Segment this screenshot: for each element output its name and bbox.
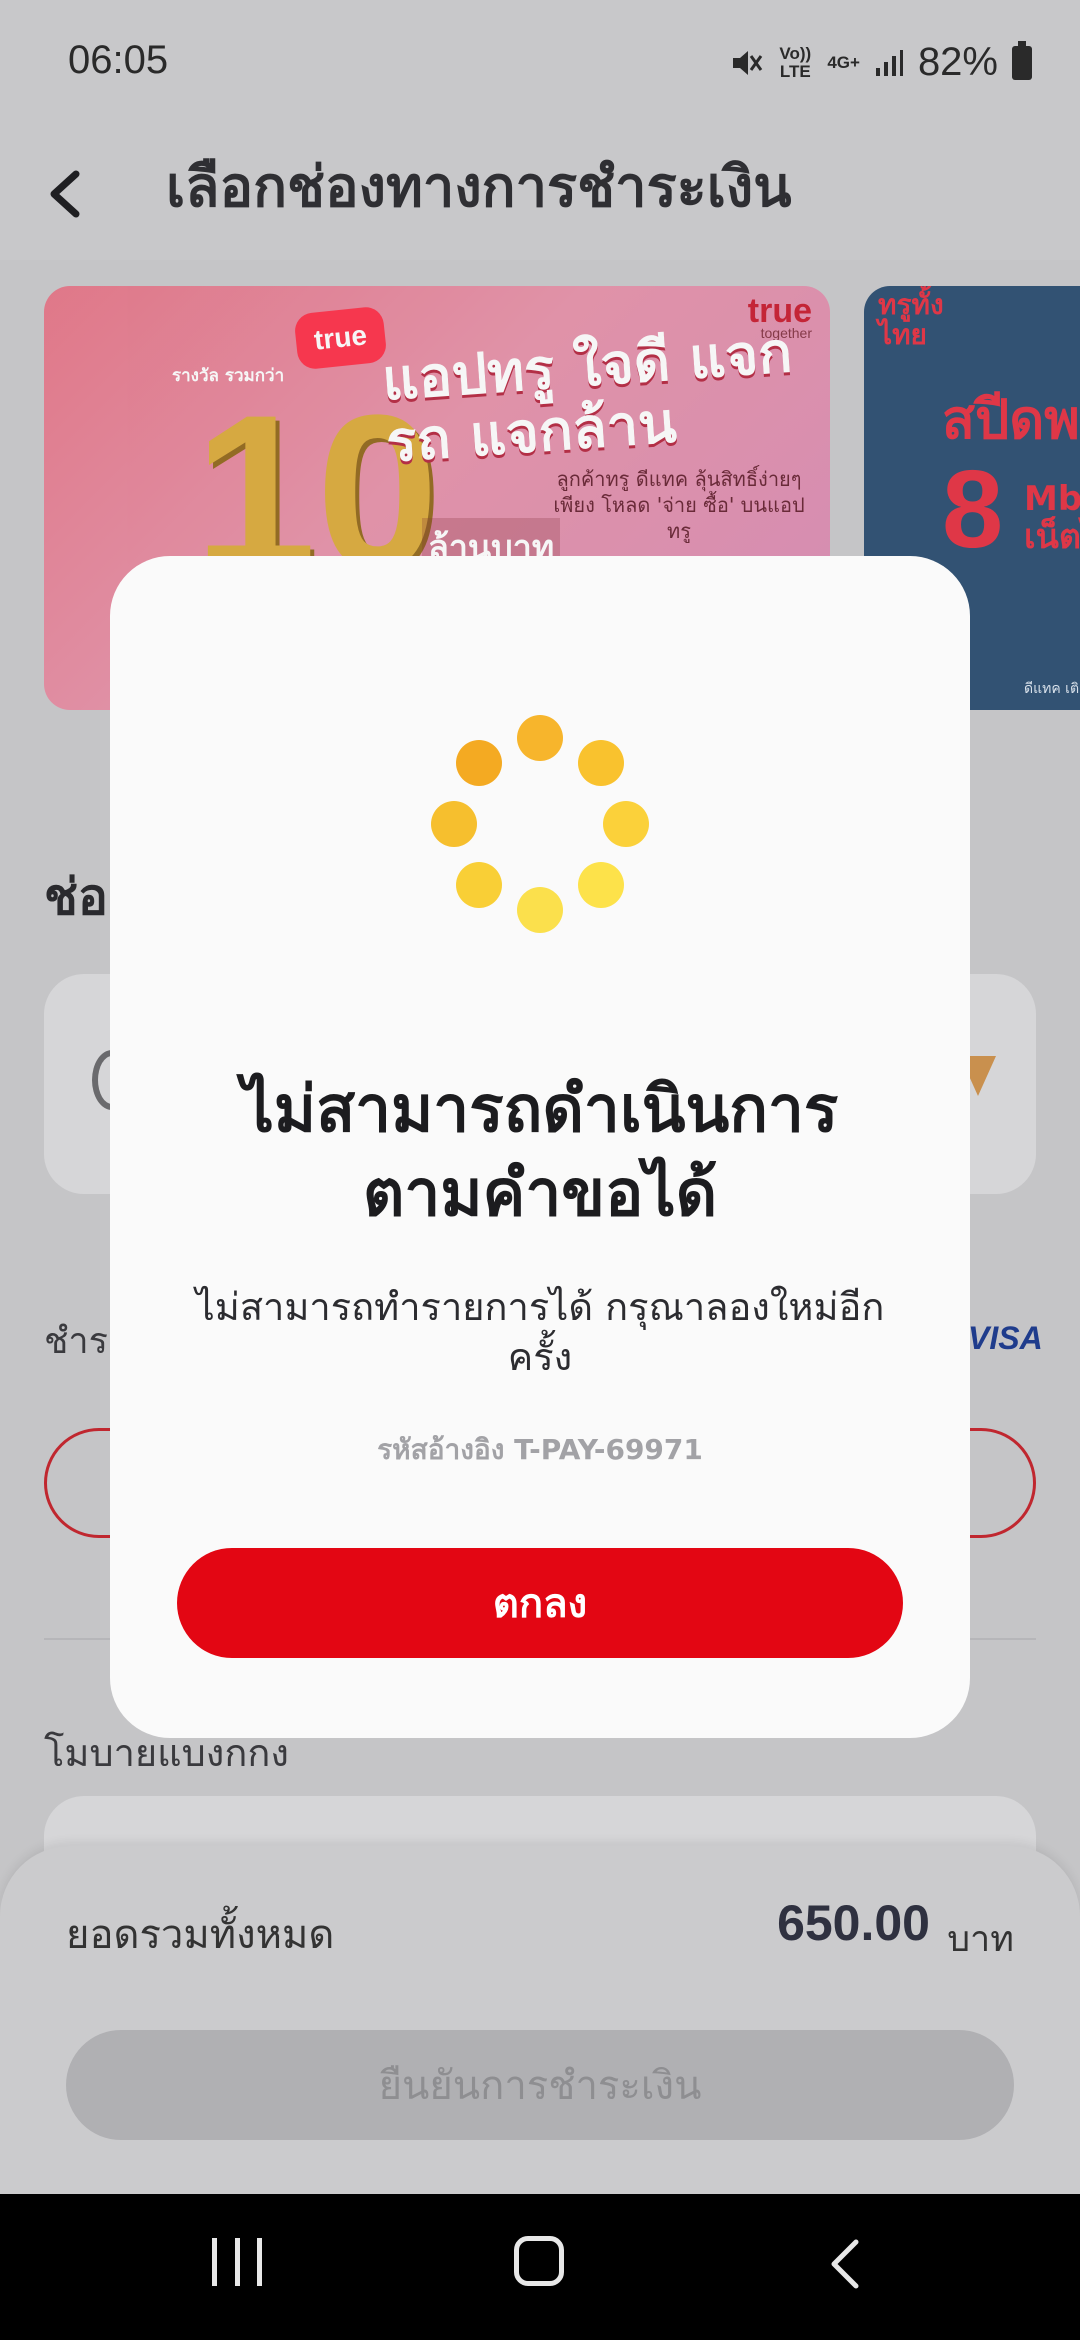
spinner-dot: [577, 740, 624, 787]
banner-headline: แอปทรู ใจดี แจกรถ แจกล้าน: [380, 320, 795, 476]
spinner-dot: [431, 801, 477, 847]
total-currency: บาท: [947, 1919, 1014, 1960]
volte-indicator: Vo)) LTE: [779, 43, 812, 81]
system-back-button[interactable]: [822, 2234, 872, 2294]
page-title: เลือกช่องทางการชำระเงิน: [166, 155, 792, 220]
total-label: ยอดรวมทั้งหมด: [66, 1912, 335, 1958]
network-indicator: 4G+: [827, 52, 860, 72]
mute-icon: [733, 50, 763, 75]
spinner-dot: [603, 801, 649, 847]
card-payment-label: ชำร: [44, 1321, 108, 1362]
banner-2-unit: Mb เน็ตไ: [1024, 479, 1080, 557]
status-icons: Vo)) LTE 4G+ 82%: [729, 40, 1032, 85]
signal-icon: [875, 49, 903, 76]
battery-percent: 82%: [917, 40, 998, 84]
chevron-left-icon: [50, 170, 80, 218]
system-nav-bar: [0, 2194, 1080, 2340]
spinner-dot: [456, 861, 503, 908]
spinner-dot: [577, 861, 624, 908]
section-title: ช่อ: [44, 868, 108, 926]
dialog-title: ไม่สามารถดำเนินการ ตามคำขอได้: [241, 1073, 839, 1231]
dialog-ok-button[interactable]: ตกลง: [177, 1548, 903, 1658]
dialog-reference: รหัสอ้างอิง T-PAY-69971: [377, 1433, 703, 1466]
battery-icon: [1012, 40, 1032, 80]
home-button[interactable]: [514, 2236, 564, 2286]
back-arrow-icon: [831, 2239, 859, 2289]
confirm-payment-button[interactable]: ยืนยันการชำระเงิน: [66, 2030, 1014, 2140]
banner-2-number: 8: [942, 448, 1004, 571]
spinner-dot: [517, 887, 563, 933]
app-header: เลือกช่องทางการชำระเงิน: [0, 120, 1080, 260]
dialog-message: ไม่สามารถทำรายการได้ กรุณาลองใหม่อีกครั้…: [195, 1285, 885, 1379]
status-bar: 06:05 Vo)) LTE 4G+ 82%: [0, 0, 1080, 120]
recents-button[interactable]: [212, 2238, 262, 2286]
spinner-dot: [456, 740, 503, 787]
true-app-chip: true: [293, 305, 388, 371]
banner-subtext: ลูกค้าทรู ดีแทค ลุ้นสิทธิ์ง่ายๆ เพียง โห…: [553, 467, 805, 543]
banner-2-logo: ทรูทั้ง ไทย: [878, 288, 944, 351]
banner-2-footnote: ดีแทค เติ: [1024, 681, 1080, 697]
error-dialog: ไม่สามารถดำเนินการ ตามคำขอได้ ไม่สามารถท…: [110, 556, 970, 1738]
payment-summary: ยอดรวมทั้งหมด 650.00 บาท ยืนยันการชำระเง…: [0, 1846, 1080, 2194]
visa-logo: VISA: [968, 1320, 1043, 1356]
loading-spinner-icon: [428, 712, 652, 936]
back-button[interactable]: [40, 150, 100, 230]
spinner-dot: [517, 715, 563, 761]
status-time: 06:05: [68, 38, 169, 82]
total-amount: 650.00: [777, 1895, 930, 1951]
